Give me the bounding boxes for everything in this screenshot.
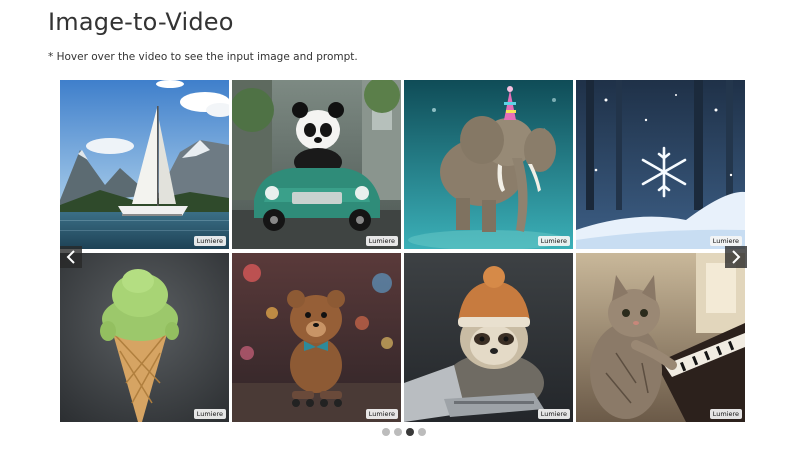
video-tile-cat-piano[interactable]: Lumiere [576, 253, 745, 422]
lumiere-badge: Lumiere [193, 235, 226, 246]
elephant-image [404, 80, 573, 249]
panda-car-image [232, 80, 401, 249]
pagination-dot-1[interactable] [382, 428, 390, 436]
page-title: Image-to-Video [48, 8, 234, 36]
video-tile-ice-cream[interactable]: Lumiere [60, 253, 229, 422]
previous-slide-button[interactable] [60, 246, 82, 268]
video-carousel: Lumiere Lumiere Lumiere Lumiere Lumiere … [60, 80, 747, 422]
lumiere-badge: Lumiere [365, 408, 398, 419]
video-tile-teddy-bear[interactable]: Lumiere [232, 253, 401, 422]
sailboat-image [60, 80, 229, 249]
lumiere-badge: Lumiere [365, 235, 398, 246]
lumiere-badge: Lumiere [537, 408, 570, 419]
lumiere-badge: Lumiere [709, 408, 742, 419]
lumiere-badge: Lumiere [709, 235, 742, 246]
pagination-dot-4[interactable] [418, 428, 426, 436]
video-tile-sailboat[interactable]: Lumiere [60, 80, 229, 249]
chevron-right-icon [732, 250, 741, 264]
next-slide-button[interactable] [725, 246, 747, 268]
ice-cream-image [60, 253, 229, 422]
video-tile-panda-car[interactable]: Lumiere [232, 80, 401, 249]
carousel-pagination [382, 428, 426, 436]
lumiere-badge: Lumiere [193, 408, 226, 419]
video-grid: Lumiere Lumiere Lumiere Lumiere Lumiere … [60, 80, 747, 422]
pagination-dot-2[interactable] [394, 428, 402, 436]
lumiere-badge: Lumiere [537, 235, 570, 246]
hover-hint: * Hover over the video to see the input … [48, 51, 358, 63]
teddy-bear-image [232, 253, 401, 422]
cat-piano-image [576, 253, 745, 422]
sloth-image [404, 253, 573, 422]
snowflake-image [576, 80, 745, 249]
video-tile-elephant[interactable]: Lumiere [404, 80, 573, 249]
video-tile-snowflake[interactable]: Lumiere [576, 80, 745, 249]
chevron-left-icon [66, 250, 75, 264]
pagination-dot-3[interactable] [406, 428, 414, 436]
video-tile-sloth[interactable]: Lumiere [404, 253, 573, 422]
